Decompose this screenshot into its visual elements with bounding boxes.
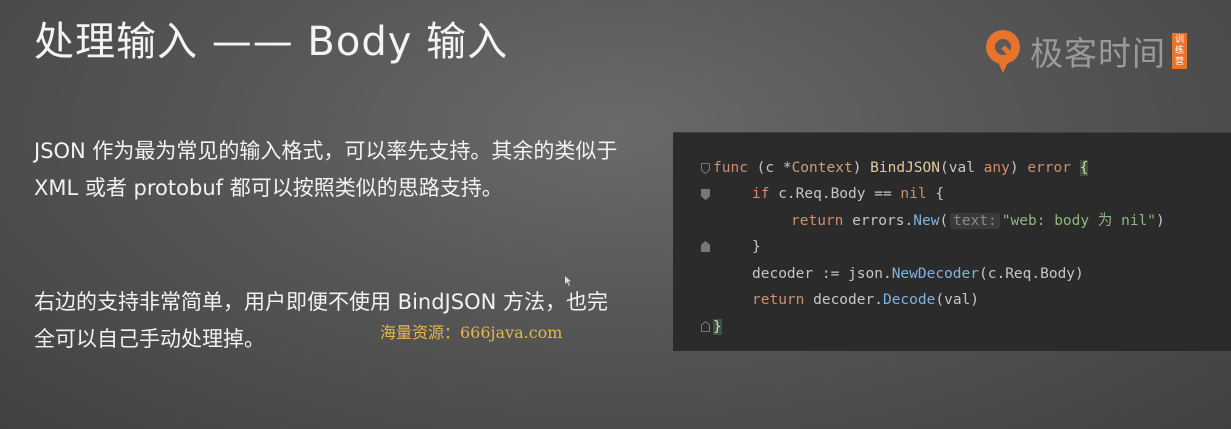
fold-end-marker-icon[interactable] <box>701 321 710 332</box>
code-text: } <box>752 239 761 255</box>
slide-title: 处理输入 —— Body 输入 <box>34 19 509 65</box>
fold-marker-icon[interactable] <box>701 163 710 174</box>
logo-badge: 训 练 营 <box>1172 33 1187 69</box>
code-line-if: if c.Req.Body == nil { <box>752 181 944 207</box>
code-text: decoder := json. <box>752 266 892 282</box>
code-line-func-signature: func (c *Context) BindJSON(val any) erro… <box>713 155 1089 181</box>
code-keyword: return <box>791 213 844 229</box>
code-text: ( <box>939 213 949 229</box>
code-keyword: error <box>1027 160 1071 176</box>
fold-end-marker-icon[interactable] <box>701 241 710 252</box>
code-editor-panel: func (c *Context) BindJSON(val any) erro… <box>673 132 1231 351</box>
paragraph-json-support: JSON 作为最为常见的输入格式，可以率先支持。其余的类似于 XML 或者 pr… <box>34 139 618 200</box>
code-text: errors. <box>843 213 914 229</box>
code-keyword: any <box>983 160 1010 176</box>
logo-badge-char: 练 <box>1174 45 1184 56</box>
parameter-hint: text: <box>950 213 1000 229</box>
code-brace-highlight: } <box>713 319 722 335</box>
code-text: ) <box>852 160 871 176</box>
code-text: (val <box>940 160 984 176</box>
code-text: decoder. <box>804 292 883 308</box>
code-text: (c.Req.Body) <box>979 266 1084 282</box>
code-keyword: nil <box>900 186 927 202</box>
geektime-logo-icon <box>986 30 1020 73</box>
mouse-cursor-icon <box>565 276 571 286</box>
code-line-close-func: } <box>713 314 722 340</box>
watermark: 海量资源：666java.com <box>380 323 563 342</box>
code-text: (c * <box>747 160 792 176</box>
logo-text: 极客时间 <box>1030 34 1166 73</box>
geektime-logo: 极客时间 训 练 营 <box>982 26 1187 76</box>
code-text: { <box>926 186 945 202</box>
fold-marker-icon[interactable] <box>701 189 710 200</box>
code-type: Context <box>791 160 853 176</box>
code-brace-highlight: { <box>1079 160 1089 176</box>
code-string: "web: body 为 nil" <box>1001 213 1157 229</box>
code-keyword: func <box>713 160 748 176</box>
code-line-return-decode: return decoder.Decode(val) <box>752 287 979 313</box>
code-text: ) <box>1009 160 1028 176</box>
logo-badge-char: 训 <box>1174 34 1184 45</box>
code-line-decoder: decoder := json.NewDecoder(c.Req.Body) <box>752 261 1084 287</box>
code-call: NewDecoder <box>891 266 979 282</box>
logo-badge-char: 营 <box>1174 56 1184 67</box>
code-line-return-error: return errors.New(text: "web: body 为 nil"… <box>791 208 1165 234</box>
code-call: New <box>913 213 940 229</box>
code-keyword: return <box>752 292 805 308</box>
code-text: ) <box>1156 213 1165 229</box>
code-call: Decode <box>882 292 936 308</box>
code-keyword: if <box>752 186 770 202</box>
code-text: (val) <box>935 292 980 308</box>
code-text: c.Req.Body == <box>769 186 901 202</box>
code-line-close-if: } <box>752 234 761 260</box>
code-func-name: BindJSON <box>870 160 940 176</box>
